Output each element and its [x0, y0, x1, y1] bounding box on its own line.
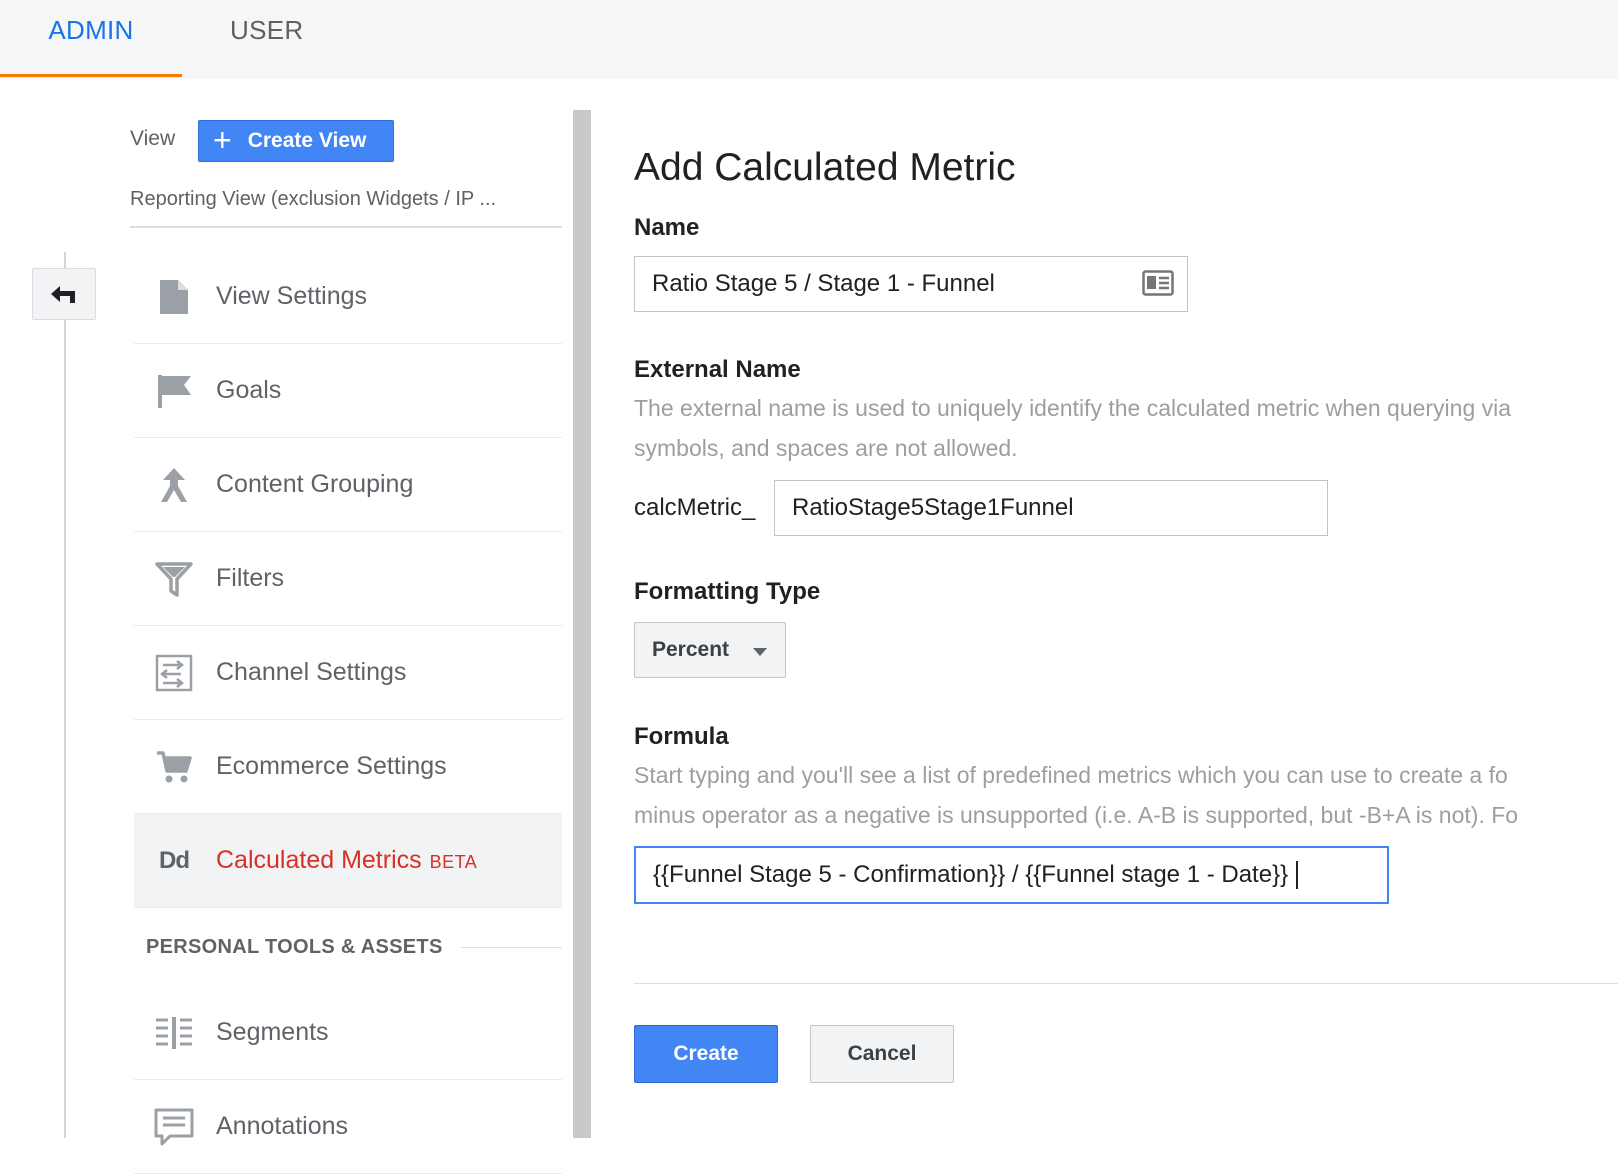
create-button[interactable]: Create — [634, 1025, 778, 1083]
sidebar-item-channel-settings[interactable]: Channel Settings — [134, 626, 562, 720]
contact-card-icon[interactable] — [1142, 270, 1174, 301]
sidebar-item-calculated-metrics[interactable]: Dd Calculated Metrics BETA — [134, 814, 562, 908]
document-icon — [134, 278, 214, 316]
admin-nav-list: View Settings Goals Content Grouping Fil… — [134, 250, 562, 1174]
plus-icon: + — [213, 121, 232, 158]
create-view-button[interactable]: + Create View — [198, 120, 394, 162]
nav-rail-line — [64, 252, 66, 1138]
name-label: Name — [634, 214, 700, 241]
sidebar-item-ecommerce-settings[interactable]: Ecommerce Settings — [134, 720, 562, 814]
formula-input[interactable]: {{Funnel Stage 5 - Confirmation}} / {{Fu… — [634, 846, 1389, 904]
segments-icon — [134, 1016, 214, 1050]
formula-value: {{Funnel Stage 5 - Confirmation}} / {{Fu… — [653, 861, 1289, 888]
annotations-icon — [134, 1108, 214, 1146]
sidebar-item-label: Calculated Metrics BETA — [216, 846, 477, 875]
create-view-label: Create View — [247, 129, 367, 152]
sidebar-item-annotations[interactable]: Annotations — [134, 1080, 562, 1174]
sidebar-item-label: Ecommerce Settings — [216, 752, 447, 780]
sidebar-item-label: Segments — [216, 1018, 329, 1046]
view-label: View — [130, 127, 176, 150]
cart-icon — [134, 749, 214, 785]
beta-badge: BETA — [429, 852, 478, 872]
external-name-input[interactable] — [774, 480, 1328, 536]
page-title: Add Calculated Metric — [634, 146, 1016, 189]
sidebar-item-label: Annotations — [216, 1112, 349, 1140]
sidebar-item-label: Content Grouping — [216, 470, 414, 498]
section-rule — [460, 946, 562, 948]
cancel-button[interactable]: Cancel — [810, 1025, 954, 1083]
calculated-metrics-label: Calculated Metrics — [216, 846, 422, 874]
channel-settings-icon — [134, 654, 214, 692]
section-heading-personal-tools: PERSONAL TOOLS & ASSETS — [134, 908, 562, 986]
section-heading-label: PERSONAL TOOLS & ASSETS — [146, 935, 443, 958]
view-selector[interactable]: Reporting View (exclusion Widgets / IP .… — [130, 188, 560, 211]
sidebar-item-filters[interactable]: Filters — [134, 532, 562, 626]
formatting-type-select[interactable]: Percent — [634, 622, 786, 678]
external-name-label: External Name — [634, 356, 801, 383]
external-name-help-line-2: symbols, and spaces are not allowed. — [634, 435, 1018, 461]
dd-icon: Dd — [134, 847, 214, 875]
formula-label: Formula — [634, 723, 729, 750]
sidebar-item-label: Channel Settings — [216, 658, 407, 686]
back-arrow-icon — [51, 286, 75, 303]
view-divider — [130, 226, 562, 228]
external-name-prefix: calcMetric_ — [634, 494, 756, 521]
sidebar-item-segments[interactable]: Segments — [134, 986, 562, 1080]
filter-icon — [134, 561, 214, 597]
back-button[interactable] — [32, 268, 96, 320]
formatting-type-value: Percent — [652, 638, 730, 661]
formatting-type-label: Formatting Type — [634, 578, 821, 605]
content-grouping-icon — [134, 466, 214, 504]
formula-help-line-2: minus operator as a negative is unsuppor… — [634, 802, 1519, 828]
sidebar-item-label: Goals — [216, 376, 282, 404]
sidebar-scrollbar[interactable] — [573, 110, 591, 1138]
sidebar-item-view-settings[interactable]: View Settings — [134, 250, 562, 344]
tab-admin[interactable]: ADMIN — [0, 0, 182, 77]
sidebar-item-content-grouping[interactable]: Content Grouping — [134, 438, 562, 532]
sidebar-item-label: View Settings — [216, 282, 368, 310]
text-cursor — [1296, 861, 1299, 889]
tab-user[interactable]: USER — [230, 0, 303, 77]
sidebar-item-label: Filters — [216, 564, 285, 592]
name-input[interactable] — [634, 256, 1188, 312]
top-tab-bar: ADMIN USER — [0, 0, 1618, 78]
form-divider — [634, 983, 1618, 984]
caret-down-icon — [753, 648, 767, 656]
formula-help-line-1: Start typing and you'll see a list of pr… — [634, 762, 1508, 788]
flag-icon — [134, 373, 214, 409]
dd-icon-text: Dd — [159, 846, 190, 874]
external-name-help-line-1: The external name is used to uniquely id… — [634, 395, 1512, 421]
sidebar-item-goals[interactable]: Goals — [134, 344, 562, 438]
